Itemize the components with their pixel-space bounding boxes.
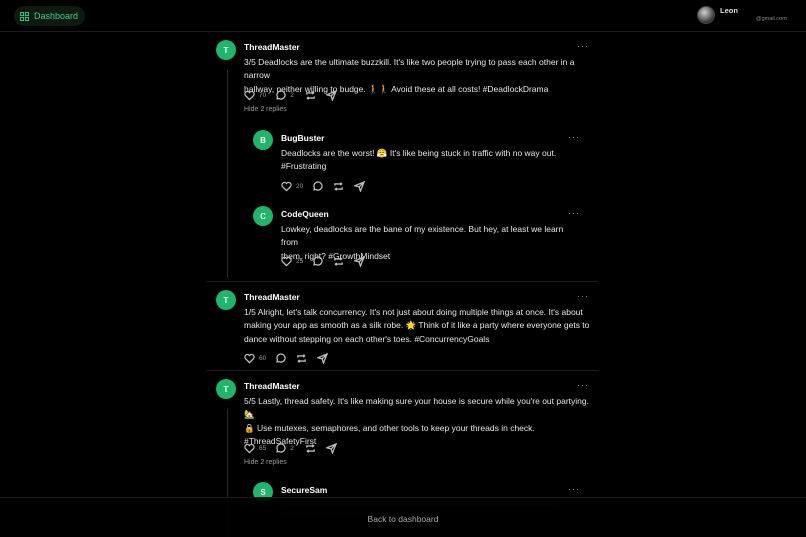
more-options-button[interactable]: ··· [577, 291, 589, 301]
like-count: 25 [296, 257, 304, 265]
post-actions: 60 [244, 352, 329, 364]
share-button[interactable] [354, 255, 366, 267]
post-text-line: making your app as smooth as a silk robe… [244, 320, 590, 331]
grid-icon [20, 11, 29, 21]
like-button[interactable]: 20 [281, 181, 303, 192]
comment-count: 2 [290, 444, 294, 452]
repost-icon [306, 90, 315, 100]
comment-button[interactable] [275, 352, 286, 364]
like-button[interactable]: 25 [281, 256, 303, 267]
repost-button[interactable] [333, 256, 344, 267]
like-count: 20 [296, 182, 304, 190]
avatar[interactable]: T [216, 379, 236, 399]
dashboard-button[interactable]: Dashboard [14, 6, 86, 26]
post-text-line: Lowkey, deadlocks are the bane of my exi… [281, 224, 564, 248]
comment-button[interactable]: 2 [275, 442, 294, 454]
more-options-button[interactable]: ··· [577, 380, 589, 390]
post-text-line: 1/5 Alright, let's talk concurrency. It'… [244, 307, 583, 317]
feed: T ThreadMaster ··· 3/5 Deadlocks are the… [206, 32, 598, 537]
post-body: 1/5 Alright, let's talk concurrency. It'… [244, 306, 596, 346]
dashboard-label: Dashboard [34, 11, 79, 21]
send-icon [317, 352, 329, 364]
like-button[interactable]: 70 [244, 90, 266, 101]
comment-icon [276, 89, 286, 100]
top-bar: Dashboard Leon @gmail.com [0, 0, 806, 32]
share-button[interactable] [325, 442, 337, 454]
more-options-button[interactable]: ··· [568, 484, 580, 494]
like-count: 70 [259, 91, 267, 99]
reply: B BugBuster ··· Deadlocks are the worst!… [206, 128, 598, 204]
post-author[interactable]: BugBuster [281, 133, 324, 143]
comment-icon [313, 180, 323, 191]
like-count: 60 [259, 354, 267, 362]
comment-button[interactable] [312, 255, 323, 267]
post-text-line: 🔒 Use mutexes, semaphores, and other too… [244, 422, 535, 433]
post-text-line: Deadlocks are the worst! 😤 It's like bei… [281, 148, 557, 158]
post-author[interactable]: CodeQueen [281, 209, 329, 219]
heart-icon [244, 90, 255, 101]
post-text-line: #Frustrating [281, 161, 327, 172]
post-body: 5/5 Lastly, thread safety. It's like mak… [244, 395, 596, 448]
repost-icon [306, 443, 315, 453]
post-author[interactable]: ThreadMaster [244, 381, 300, 391]
repost-icon [334, 256, 344, 266]
post-actions: 65 2 [244, 442, 337, 454]
like-count: 65 [259, 444, 267, 452]
bottom-bar: Back to dashboard [0, 497, 806, 537]
heart-icon [244, 443, 255, 454]
user-email: @gmail.com [756, 16, 787, 22]
comment-icon [276, 442, 286, 453]
more-options-button[interactable]: ··· [568, 132, 580, 142]
comment-icon [313, 255, 323, 266]
user-name: Leon [720, 6, 738, 15]
share-button[interactable] [325, 89, 337, 101]
repost-icon [334, 181, 344, 191]
post-text-line: 3/5 Deadlocks are the ultimate buzzkill.… [244, 57, 575, 81]
post: T ThreadMaster ··· 5/5 Lastly, thread sa… [206, 370, 598, 480]
like-button[interactable]: 60 [244, 353, 266, 364]
avatar[interactable]: C [253, 206, 273, 226]
comment-icon [276, 352, 286, 363]
comment-button[interactable]: 2 [275, 89, 294, 101]
repost-button[interactable] [305, 90, 316, 101]
post-author[interactable]: SecureSam [281, 485, 327, 495]
post: T ThreadMaster ··· 1/5 Alright, let's ta… [206, 281, 598, 371]
share-button[interactable] [354, 180, 366, 192]
reply: C CodeQueen ··· Lowkey, deadlocks are th… [206, 204, 598, 282]
avatar[interactable]: T [216, 290, 236, 310]
post-body: Deadlocks are the worst! 😤 It's like bei… [281, 147, 581, 174]
send-icon [354, 255, 366, 267]
avatar[interactable]: B [253, 130, 273, 150]
post-text-line: dance without stepping on each other's t… [244, 333, 490, 344]
post-actions: 20 [281, 180, 366, 192]
hide-replies-link[interactable]: Hide 2 replies [244, 459, 287, 466]
post-author[interactable]: ThreadMaster [244, 292, 300, 302]
like-button[interactable]: 65 [244, 443, 266, 454]
comment-button[interactable] [312, 180, 323, 192]
post-text-line: 5/5 Lastly, thread safety. It's like mak… [244, 396, 589, 420]
share-button[interactable] [317, 352, 329, 364]
post-actions: 25 [281, 255, 366, 267]
repost-button[interactable] [333, 181, 344, 192]
comment-count: 2 [290, 91, 294, 99]
send-icon [325, 89, 337, 101]
more-options-button[interactable]: ··· [568, 208, 580, 218]
back-to-dashboard-button[interactable]: Back to dashboard [0, 514, 806, 524]
heart-icon [281, 256, 292, 267]
more-options-button[interactable]: ··· [577, 41, 589, 51]
send-icon [325, 442, 337, 454]
heart-icon [244, 353, 255, 364]
avatar[interactable]: T [216, 40, 236, 60]
post-author[interactable]: ThreadMaster [244, 42, 300, 52]
post-actions: 70 2 [244, 89, 337, 101]
repost-icon [297, 353, 307, 363]
avatar[interactable] [697, 6, 715, 24]
repost-button[interactable] [296, 353, 307, 364]
send-icon [354, 180, 366, 192]
user-profile[interactable]: Leon @gmail.com [697, 6, 787, 24]
heart-icon [281, 181, 292, 192]
hide-replies-link[interactable]: Hide 2 replies [244, 106, 287, 113]
repost-button[interactable] [305, 443, 316, 454]
